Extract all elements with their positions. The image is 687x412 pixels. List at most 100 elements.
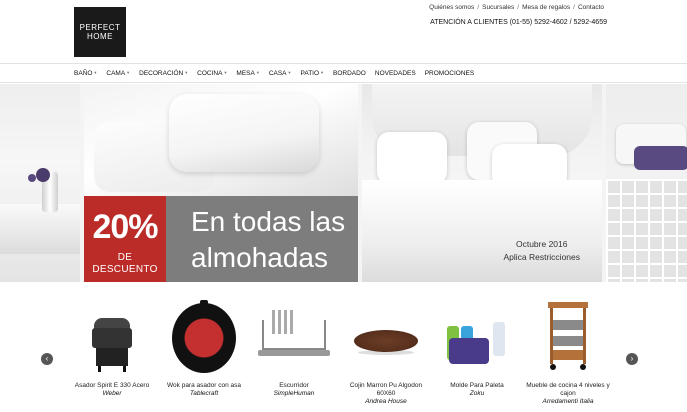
carousel-prev-button[interactable]: ‹ [41, 353, 53, 365]
plate-shape [290, 310, 293, 334]
comforter-shape [362, 180, 602, 282]
grill-cart-shape [96, 348, 128, 366]
product-name[interactable]: Escurridor [248, 382, 340, 390]
product-brand: Andrea House [365, 398, 407, 405]
separator: / [573, 4, 575, 11]
plaid-blanket-shape [606, 179, 687, 282]
logo-line-2: HOME [87, 32, 113, 41]
product-image-kitchen-cart[interactable] [522, 298, 614, 378]
link-contacto[interactable]: Contacto [578, 4, 604, 11]
product-card[interactable]: Mueble de cocina 4 niveles y cajon Arred… [522, 298, 614, 406]
pillows-photo [84, 84, 358, 196]
chevron-down-icon: ▼ [126, 69, 131, 75]
nav-item-label: DECORACIÓN [139, 69, 184, 77]
promo-note: Octubre 2016 Aplica Restricciones [503, 238, 580, 264]
nav-item-bano[interactable]: BAÑO▼ [74, 70, 97, 77]
main-nav: BAÑO▼ CAMA▼ DECORACIÓN▼ COCINA▼ MESA▼ CA… [0, 63, 687, 83]
product-brand: Tablecraft [189, 390, 219, 397]
promo-date: Octubre 2016 [515, 239, 568, 249]
top-links: Quiénes somos / Sucursales / Mesa de regalos… [429, 4, 604, 11]
product-image-wok[interactable] [158, 298, 250, 378]
product-image-cushion[interactable] [340, 298, 432, 378]
chevron-down-icon: ▼ [93, 69, 98, 75]
plate-shape [272, 310, 275, 334]
product-image-popsicle-mold[interactable] [431, 298, 523, 378]
product-image-dish-rack[interactable] [248, 298, 340, 378]
product-card[interactable]: Asador Spirit E 330 Acero Weber [66, 298, 158, 398]
grill-body-shape [92, 328, 132, 348]
wheel-shape [550, 364, 556, 370]
product-card[interactable]: Wok para asador con asa Tablecraft [158, 298, 250, 398]
nav-item-promociones[interactable]: PROMOCIONES [425, 70, 474, 77]
product-image-grill[interactable] [66, 298, 158, 378]
nav-item-novedades[interactable]: NOVEDADES [375, 70, 416, 77]
product-name[interactable]: Molde Para Paleta [431, 382, 523, 390]
product-brand: Arredamenti Italia [542, 398, 594, 405]
nav-item-label: BORDADO [333, 69, 366, 77]
product-brand: Zoku [469, 390, 485, 397]
nav-item-casa[interactable]: CASA▼ [269, 70, 292, 77]
nav-item-label: MESA [236, 69, 255, 77]
product-card[interactable]: Cojin Marron Pu Algodon 60X60 Andrea Hou… [340, 298, 432, 406]
purple-pillow-shape [634, 146, 687, 170]
promo-headline: En todas las almohadas [191, 204, 345, 276]
nav-item-label: PATIO [300, 69, 320, 77]
nav-item-label: BAÑO [74, 69, 93, 77]
orchid-shape [28, 174, 36, 182]
hero-promo-pillows[interactable]: 20% DE DESCUENTO En todas las almohadas [84, 84, 358, 282]
hero-banner[interactable]: 20% DE DESCUENTO En todas las almohadas … [0, 84, 687, 282]
nav-item-patio[interactable]: PATIO▼ [300, 70, 324, 77]
chevron-down-icon: ▼ [184, 69, 189, 75]
nav-item-decoracion[interactable]: DECORACIÓN▼ [139, 70, 188, 77]
link-quienes-somos[interactable]: Quiénes somos [429, 4, 474, 11]
chevron-down-icon: ▼ [320, 69, 324, 75]
link-mesa-de-regalos[interactable]: Mesa de regalos [522, 4, 570, 11]
separator: / [517, 4, 520, 11]
customer-service-phone: ATENCIÓN A CLIENTES (01-55) 5292-4602 / … [430, 19, 607, 26]
product-card[interactable]: Molde Para Paleta Zoku [431, 298, 523, 398]
logo[interactable]: PERFECT HOME [74, 7, 126, 57]
product-brand: Weber [102, 390, 122, 397]
product-name[interactable]: Cojin Marron Pu Algodon 60X60 [340, 382, 432, 398]
nav-item-mesa[interactable]: MESA▼ [236, 70, 259, 77]
hero-image-bedding [606, 84, 687, 282]
wheel-shape [580, 364, 586, 370]
discount-label: DE DESCUENTO [92, 252, 158, 275]
discount-percent: 20% [92, 208, 158, 246]
nav-item-label: CASA [268, 69, 287, 77]
nav-item-label: NOVEDADES [374, 69, 416, 77]
table-shape [0, 204, 80, 254]
product-name[interactable]: Mueble de cocina 4 niveles y cajon [522, 382, 614, 398]
cart-basket-shape [553, 320, 583, 330]
mold-cup-shape [493, 322, 505, 356]
wok-shape [172, 303, 236, 373]
nav-item-cocina[interactable]: COCINA▼ [197, 70, 227, 77]
promo-headline-line-1: En todas las [191, 206, 346, 237]
chevron-down-icon: ▼ [287, 69, 292, 75]
product-card[interactable]: Escurridor SimpleHuman [248, 298, 340, 398]
nav-item-label: COCINA [197, 69, 223, 77]
carousel-next-button[interactable]: › [626, 353, 638, 365]
chevron-right-icon: › [630, 354, 634, 363]
rack-tray-shape [258, 350, 330, 356]
plate-shape [284, 310, 287, 334]
nav-item-bordado[interactable]: BORDADO [333, 70, 366, 77]
link-sucursales[interactable]: Sucursales [482, 4, 514, 11]
pillow-shape [377, 132, 447, 184]
cart-drawer-shape [553, 350, 583, 360]
pillow-shape [169, 94, 319, 172]
nav-item-cama[interactable]: CAMA▼ [106, 70, 130, 77]
logo-line-1: PERFECT [79, 23, 121, 32]
cart-basket-shape [553, 336, 583, 346]
promo-band: 20% DE DESCUENTO En todas las almohadas [84, 196, 358, 282]
chevron-down-icon: ▼ [255, 69, 260, 75]
orchid-shape [36, 168, 50, 182]
grill-leg-shape [123, 366, 126, 372]
chevron-left-icon: ‹ [45, 354, 49, 363]
promo-headline-line-2: almohadas [191, 242, 328, 273]
product-brand: SimpleHuman [273, 390, 315, 397]
product-name[interactable]: Wok para asador con asa [158, 382, 250, 390]
plate-shape [278, 310, 281, 334]
product-name[interactable]: Asador Spirit E 330 Acero [66, 382, 158, 390]
hero-image-bedroom: Octubre 2016 Aplica Restricciones [362, 84, 602, 282]
